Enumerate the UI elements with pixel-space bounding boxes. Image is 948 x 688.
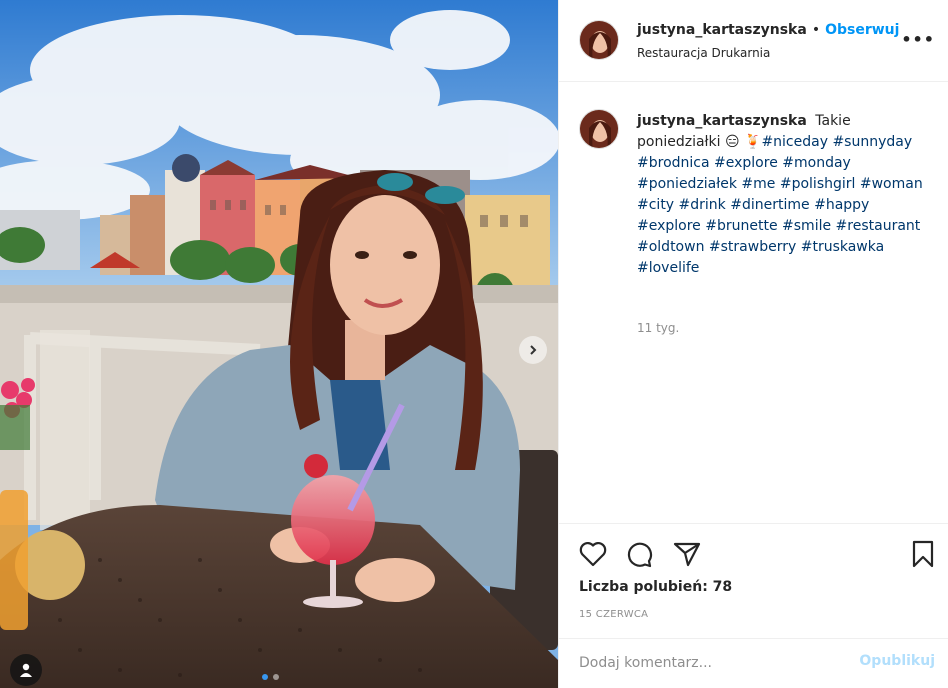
- chevron-right-icon: [530, 345, 537, 355]
- hashtag[interactable]: #me: [741, 176, 775, 192]
- caption-username[interactable]: justyna_kartaszynska: [637, 113, 807, 129]
- user-icon: [20, 663, 32, 677]
- hashtag[interactable]: #explore: [714, 155, 778, 171]
- hashtag[interactable]: #dinertime: [730, 197, 809, 213]
- hashtag[interactable]: #polishgirl: [780, 176, 856, 192]
- hashtag[interactable]: #explore: [637, 218, 701, 234]
- hashtag[interactable]: #drink: [679, 197, 726, 213]
- hashtag[interactable]: #niceday: [761, 134, 828, 150]
- follow-button[interactable]: Obserwuj: [825, 22, 899, 38]
- hashtag[interactable]: #oldtown: [637, 239, 704, 255]
- hashtag[interactable]: #woman: [860, 176, 923, 192]
- comment-icon: [627, 542, 652, 568]
- hashtag[interactable]: #restaurant: [836, 218, 921, 234]
- carousel-indicator: [262, 674, 279, 680]
- comments-section: justyna_kartaszynska Takie poniedziałki …: [559, 83, 948, 523]
- post-photo[interactable]: [0, 0, 558, 688]
- hashtag[interactable]: #truskawka: [801, 239, 884, 255]
- carousel-dot: [273, 674, 279, 680]
- hashtag[interactable]: #strawberry: [709, 239, 796, 255]
- photo-illustration: [0, 0, 558, 688]
- avatar-image: [580, 110, 618, 148]
- caption-avatar[interactable]: [579, 109, 619, 149]
- post-header: justyna_kartaszynska • Obserwuj Restaura…: [559, 0, 948, 82]
- caption-timestamp[interactable]: 11 tyg.: [637, 321, 679, 335]
- post-actions: Liczba polubień: 78 15 CZERWCA: [559, 523, 948, 638]
- heart-icon: [579, 542, 607, 567]
- more-options-button[interactable]: •••: [901, 30, 935, 49]
- hashtag[interactable]: #sunnyday: [832, 134, 912, 150]
- carousel-next-button[interactable]: [519, 336, 547, 364]
- post-date: 15 CZERWCA: [579, 609, 649, 620]
- post-author-username[interactable]: justyna_kartaszynska: [637, 22, 807, 38]
- carousel-dot-active: [262, 674, 268, 680]
- post-location[interactable]: Restauracja Drukarnia: [637, 46, 770, 60]
- hashtag[interactable]: #city: [637, 197, 674, 213]
- add-comment-bar: Opublikuj: [559, 638, 948, 688]
- comment-button[interactable]: [623, 538, 655, 570]
- share-icon: [673, 542, 701, 567]
- hashtag[interactable]: #smile: [782, 218, 831, 234]
- post-side-panel: justyna_kartaszynska • Obserwuj Restaura…: [558, 0, 948, 688]
- hashtag[interactable]: #brodnica: [637, 155, 710, 171]
- hashtag[interactable]: #happy: [814, 197, 869, 213]
- share-button[interactable]: [671, 538, 703, 570]
- separator-dot: •: [811, 22, 821, 38]
- hashtag[interactable]: #brunette: [705, 218, 777, 234]
- avatar[interactable]: [579, 20, 619, 60]
- tagged-users-button[interactable]: [10, 654, 42, 686]
- hashtag[interactable]: #monday: [782, 155, 851, 171]
- likes-count[interactable]: Liczba polubień: 78: [579, 579, 732, 595]
- avatar-image: [580, 21, 618, 59]
- bookmark-icon: [912, 540, 934, 568]
- like-button[interactable]: [577, 538, 609, 570]
- save-button[interactable]: [907, 538, 939, 570]
- hashtag[interactable]: #poniedziałek: [637, 176, 737, 192]
- comment-input[interactable]: [579, 651, 839, 675]
- publish-button[interactable]: Opublikuj: [859, 653, 935, 669]
- hashtag[interactable]: #lovelife: [637, 260, 699, 276]
- post-caption: justyna_kartaszynska Takie poniedziałki …: [637, 111, 927, 279]
